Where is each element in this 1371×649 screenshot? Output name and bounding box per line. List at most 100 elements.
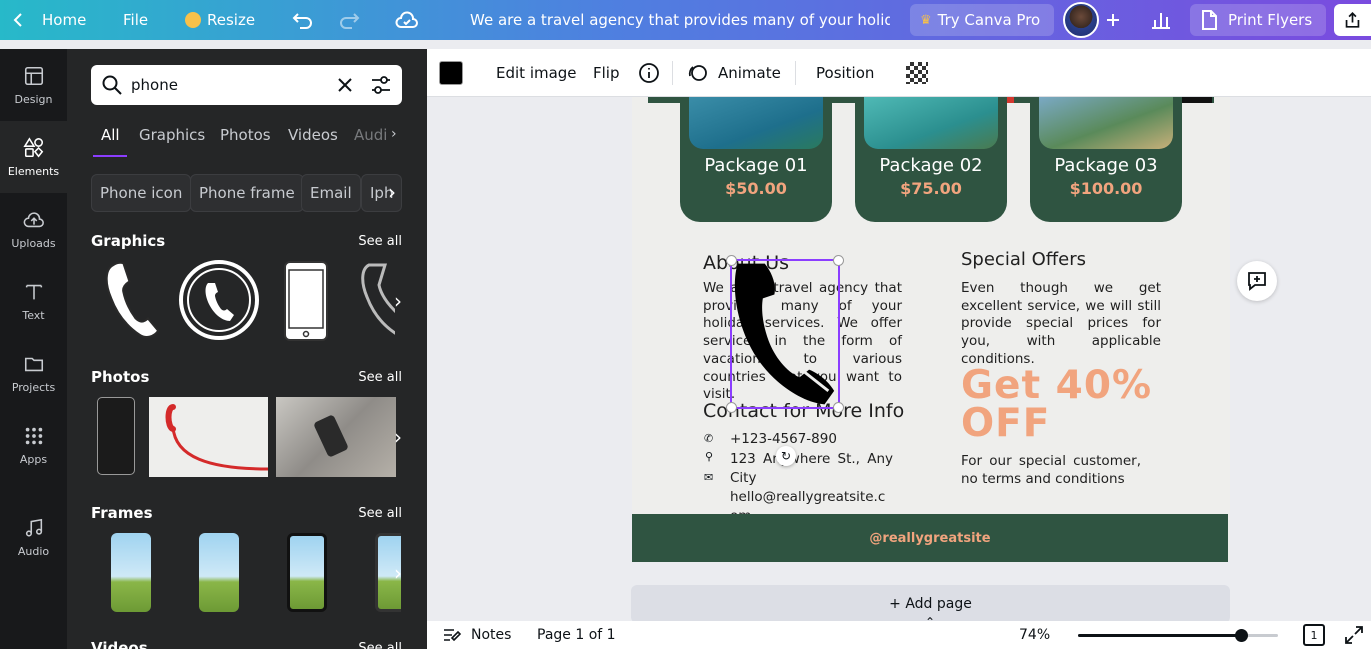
- info-icon[interactable]: [638, 62, 660, 84]
- chip-phone-frame[interactable]: Phone frame: [190, 174, 304, 212]
- resize-button[interactable]: Resize: [185, 0, 255, 40]
- graphic-smartphone[interactable]: [283, 260, 329, 342]
- add-collaborator-button[interactable]: [1104, 0, 1122, 40]
- discount-note[interactable]: For our special customer, no terms and c…: [961, 453, 1141, 488]
- resize-handle[interactable]: [726, 402, 737, 413]
- cloud-check-icon: [395, 11, 418, 28]
- chip-phone-icon[interactable]: Phone icon: [91, 174, 192, 212]
- sidebar-item-uploads[interactable]: Uploads: [0, 193, 67, 265]
- document-icon: [1202, 10, 1217, 30]
- clear-search-icon[interactable]: [336, 76, 354, 94]
- graphic-phone-handset[interactable]: [97, 259, 162, 341]
- photos-scroll-right-button[interactable]: ›: [387, 417, 409, 457]
- contact-phone[interactable]: +123-4567-890: [730, 431, 837, 447]
- resize-handle[interactable]: [726, 255, 737, 266]
- graphic-phone-circle[interactable]: [178, 259, 260, 341]
- transparency-icon[interactable]: [906, 62, 928, 84]
- location-pin-icon: ⚲: [705, 450, 714, 463]
- fullscreen-icon[interactable]: [1344, 625, 1364, 645]
- tab-graphics[interactable]: Graphics: [139, 126, 205, 144]
- tab-all[interactable]: All: [101, 126, 120, 144]
- package-2-name: Package 02: [879, 155, 983, 176]
- edit-image-button[interactable]: Edit image: [496, 64, 577, 82]
- tab-photos[interactable]: Photos: [220, 126, 271, 144]
- try-canva-pro-button[interactable]: ♛ Try Canva Pro: [910, 4, 1054, 36]
- frame-phone-2[interactable]: [199, 533, 239, 612]
- share-button[interactable]: [1334, 4, 1371, 36]
- frames-scroll-right-button[interactable]: ›: [387, 553, 409, 593]
- package-card-1: Package 01 $50.00: [680, 97, 832, 222]
- discount-text[interactable]: Get 40% OFF: [961, 366, 1161, 443]
- home-button[interactable]: Home: [12, 0, 86, 40]
- tab-audio[interactable]: Audi: [354, 126, 387, 144]
- context-toolbar: Edit image Flip Animate Position: [427, 49, 1371, 97]
- photo-black-phone[interactable]: [97, 397, 135, 475]
- chevron-right-icon[interactable]: ›: [388, 180, 396, 204]
- contact-address[interactable]: 123 Anywhere St., Any City: [730, 450, 893, 488]
- frame-phone-1[interactable]: [111, 533, 151, 612]
- package-card-3: Package 03 $100.00: [1030, 97, 1182, 222]
- sidebar-item-elements[interactable]: Elements: [0, 121, 67, 193]
- resize-handle[interactable]: [833, 255, 844, 266]
- sidebar-item-text[interactable]: Text: [0, 265, 67, 337]
- redo-button[interactable]: [338, 0, 360, 40]
- resize-handle[interactable]: [833, 402, 844, 413]
- sidebar-item-label: Apps: [19, 452, 48, 466]
- videos-section-title: Videos: [91, 639, 148, 649]
- graphics-scroll-right-button[interactable]: ›: [387, 281, 409, 321]
- chevron-right-icon: ›: [394, 425, 402, 449]
- package-3-image: [1039, 97, 1173, 149]
- print-flyers-button[interactable]: Print Flyers: [1190, 4, 1326, 36]
- tab-videos[interactable]: Videos: [288, 126, 338, 144]
- animate-button[interactable]: Animate: [718, 64, 781, 82]
- position-button[interactable]: Position: [816, 64, 874, 82]
- photos-see-all-link[interactable]: See all: [358, 370, 402, 385]
- chevron-right-icon[interactable]: ›: [391, 126, 397, 142]
- frames-see-all-link[interactable]: See all: [358, 506, 402, 521]
- color-swatch[interactable]: [439, 61, 463, 85]
- user-avatar[interactable]: [1063, 0, 1099, 40]
- zoom-slider-track[interactable]: [1078, 629, 1278, 642]
- sidebar-item-audio[interactable]: Audio: [0, 501, 67, 573]
- document-title[interactable]: We are a travel agency that provides man…: [470, 0, 890, 40]
- elements-panel: phone All Graphics Photos Videos Audi › …: [67, 49, 427, 649]
- rotate-handle[interactable]: ↻: [776, 446, 796, 466]
- share-icon: [1345, 11, 1360, 28]
- chip-email[interactable]: Email: [301, 174, 361, 212]
- filter-sliders-icon[interactable]: [370, 74, 392, 96]
- frame-phone-3[interactable]: [287, 533, 327, 612]
- apps-grid-icon: [25, 427, 42, 444]
- search-input[interactable]: phone: [131, 76, 321, 94]
- chevron-up-icon[interactable]: ⌃: [925, 615, 935, 629]
- photo-red-telephone[interactable]: [149, 397, 268, 477]
- graphics-see-all-link[interactable]: See all: [358, 234, 402, 249]
- special-offers-text[interactable]: Even though we get excellent service, we…: [961, 280, 1161, 369]
- selected-phone-graphic[interactable]: [726, 255, 844, 413]
- sidebar-item-apps[interactable]: Apps: [0, 409, 67, 481]
- videos-see-all-link[interactable]: See all: [358, 641, 402, 649]
- sidebar-item-projects[interactable]: Projects: [0, 337, 67, 409]
- add-comment-button[interactable]: [1237, 261, 1277, 301]
- sidebar-item-label: Text: [22, 308, 45, 322]
- footer-handle-text[interactable]: @reallygreatsite: [869, 531, 990, 546]
- zoom-level[interactable]: 74%: [1019, 627, 1050, 643]
- resize-label: Resize: [207, 11, 256, 29]
- flip-button[interactable]: Flip: [593, 64, 619, 82]
- print-flyers-label: Print Flyers: [1228, 11, 1313, 29]
- file-menu[interactable]: File: [123, 0, 148, 40]
- undo-button[interactable]: [292, 0, 314, 40]
- photo-hands-smartphone[interactable]: [276, 397, 396, 477]
- insights-button[interactable]: [1150, 0, 1172, 40]
- page-grid-button[interactable]: 1: [1303, 624, 1325, 646]
- cloud-save-button[interactable]: [395, 0, 419, 40]
- sidebar-item-design[interactable]: Design: [0, 49, 67, 121]
- comment-plus-icon: [1248, 272, 1266, 291]
- toolbar-divider: [672, 61, 673, 85]
- notes-button[interactable]: Notes: [471, 627, 511, 643]
- special-offers-heading[interactable]: Special Offers: [961, 249, 1086, 270]
- zoom-slider-fill: [1078, 634, 1242, 637]
- smartphone-in-hand: [313, 414, 349, 458]
- page-indicator[interactable]: Page 1 of 1: [537, 627, 616, 643]
- try-canva-pro-label: Try Canva Pro: [937, 11, 1041, 29]
- zoom-slider-handle[interactable]: [1235, 629, 1249, 642]
